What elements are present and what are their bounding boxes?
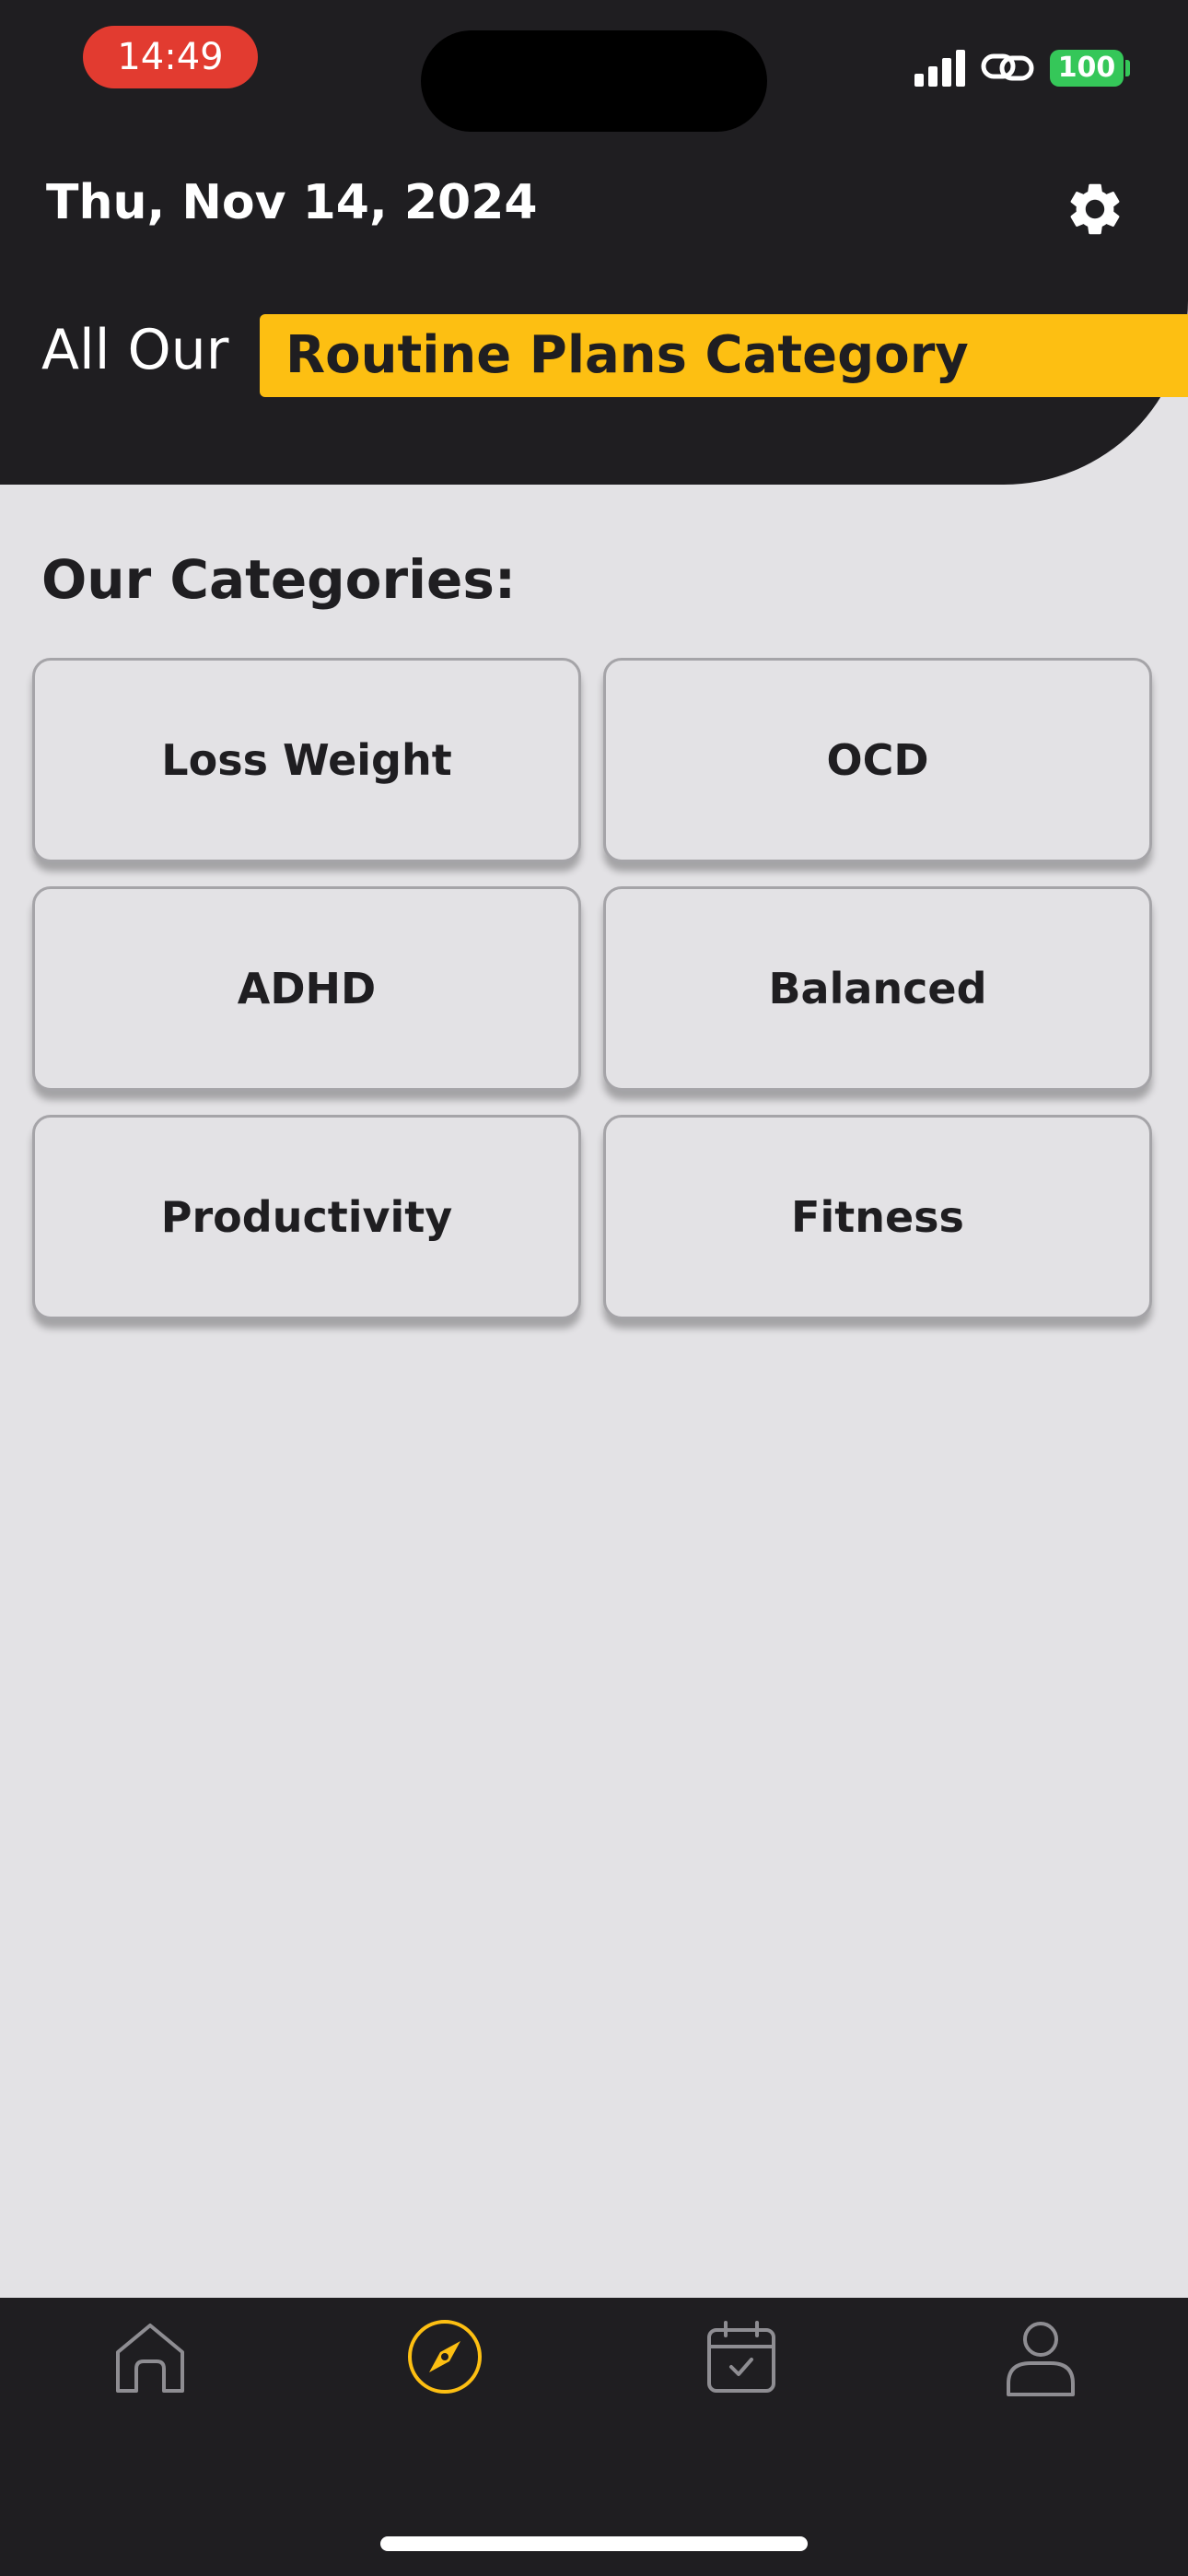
- profile-icon[interactable]: [999, 2315, 1082, 2398]
- calendar-check-icon[interactable]: [700, 2315, 783, 2398]
- current-date: Thu, Nov 14, 2024: [46, 175, 538, 230]
- category-card-ocd[interactable]: OCD: [603, 658, 1152, 862]
- home-indicator[interactable]: [380, 2536, 808, 2551]
- category-card-fitness[interactable]: Fitness: [603, 1115, 1152, 1319]
- header-prefix: All Our: [41, 318, 229, 382]
- dynamic-island: [421, 30, 767, 132]
- category-card-balanced[interactable]: Balanced: [603, 886, 1152, 1091]
- category-card-productivity[interactable]: Productivity: [32, 1115, 581, 1319]
- signal-icon: [914, 48, 970, 87]
- category-card-loss-weight[interactable]: Loss Weight: [32, 658, 581, 862]
- battery-cap: [1125, 60, 1130, 76]
- section-title: Our Categories:: [41, 548, 517, 611]
- home-icon[interactable]: [109, 2315, 192, 2398]
- link-icon: [981, 53, 1034, 81]
- battery-icon: 100: [1050, 50, 1124, 87]
- status-time: 14:49: [83, 26, 258, 88]
- compass-icon[interactable]: [403, 2315, 486, 2398]
- header-highlight-text: Routine Plans Category: [285, 325, 969, 385]
- category-card-adhd[interactable]: ADHD: [32, 886, 581, 1091]
- header-highlight-banner: Routine Plans Category: [260, 314, 1188, 397]
- gear-icon[interactable]: [1064, 178, 1126, 240]
